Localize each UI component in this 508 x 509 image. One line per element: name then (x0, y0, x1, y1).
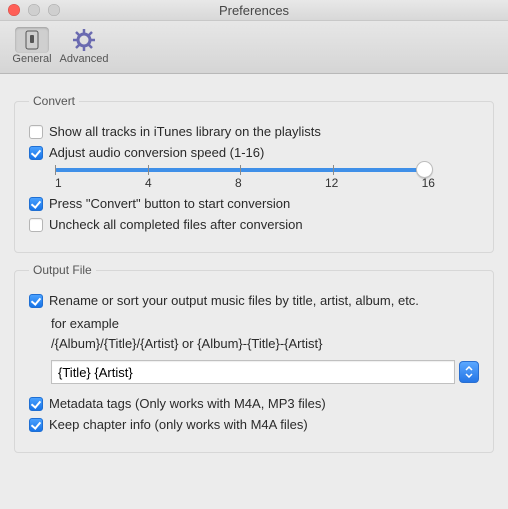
tick-label: 4 (145, 176, 152, 190)
tab-advanced[interactable]: Advanced (58, 23, 110, 73)
section-label: Output File (29, 263, 96, 277)
label-metadata: Metadata tags (Only works with M4A, MP3 … (49, 396, 326, 411)
tick-label: 16 (422, 176, 435, 190)
zoom-icon (48, 4, 60, 16)
tick-label: 1 (55, 176, 62, 190)
tick-label: 12 (325, 176, 338, 190)
example-text: for example /{Album}/{Title}/{Artist} or… (51, 314, 479, 354)
window-title: Preferences (219, 3, 289, 18)
checkbox-show-all[interactable] (29, 125, 43, 139)
checkbox-adjust-speed[interactable] (29, 146, 43, 160)
tab-label: Advanced (60, 53, 109, 65)
example-pattern: /{Album}/{Title}/{Artist} or {Album}-{Ti… (51, 334, 479, 354)
label-press-convert: Press "Convert" button to start conversi… (49, 196, 290, 211)
label-rename: Rename or sort your output music files b… (49, 293, 419, 308)
label-adjust-speed: Adjust audio conversion speed (1-16) (49, 145, 264, 160)
checkbox-rename[interactable] (29, 294, 43, 308)
checkbox-press-convert[interactable] (29, 197, 43, 211)
toolbar: General Advanced (0, 21, 508, 74)
section-label: Convert (29, 94, 79, 108)
checkbox-chapter[interactable] (29, 418, 43, 432)
output-group: Output File Rename or sort your output m… (14, 263, 494, 453)
gear-icon (72, 28, 96, 52)
slider-labels: 1 4 8 12 16 (55, 176, 435, 190)
label-show-all: Show all tracks in iTunes library on the… (49, 124, 321, 139)
label-chapter: Keep chapter info (only works with M4A f… (49, 417, 308, 432)
tab-general[interactable]: General (6, 23, 58, 73)
speed-slider[interactable]: 1 4 8 12 16 (55, 168, 479, 190)
slider-thumb[interactable] (416, 161, 433, 178)
tick-label: 8 (235, 176, 242, 190)
pattern-input[interactable] (51, 360, 455, 384)
close-icon[interactable] (8, 4, 20, 16)
slider-icon (22, 30, 42, 50)
convert-group: Convert Show all tracks in iTunes librar… (14, 94, 494, 253)
chevrons-icon (465, 366, 473, 378)
traffic-lights (8, 4, 60, 16)
titlebar: Preferences (0, 0, 508, 21)
checkbox-uncheck-all[interactable] (29, 218, 43, 232)
minimize-icon (28, 4, 40, 16)
tab-label: General (12, 53, 51, 65)
for-example-label: for example (51, 314, 479, 334)
checkbox-metadata[interactable] (29, 397, 43, 411)
pattern-dropdown-button[interactable] (459, 361, 479, 383)
label-uncheck-all: Uncheck all completed files after conver… (49, 217, 303, 232)
